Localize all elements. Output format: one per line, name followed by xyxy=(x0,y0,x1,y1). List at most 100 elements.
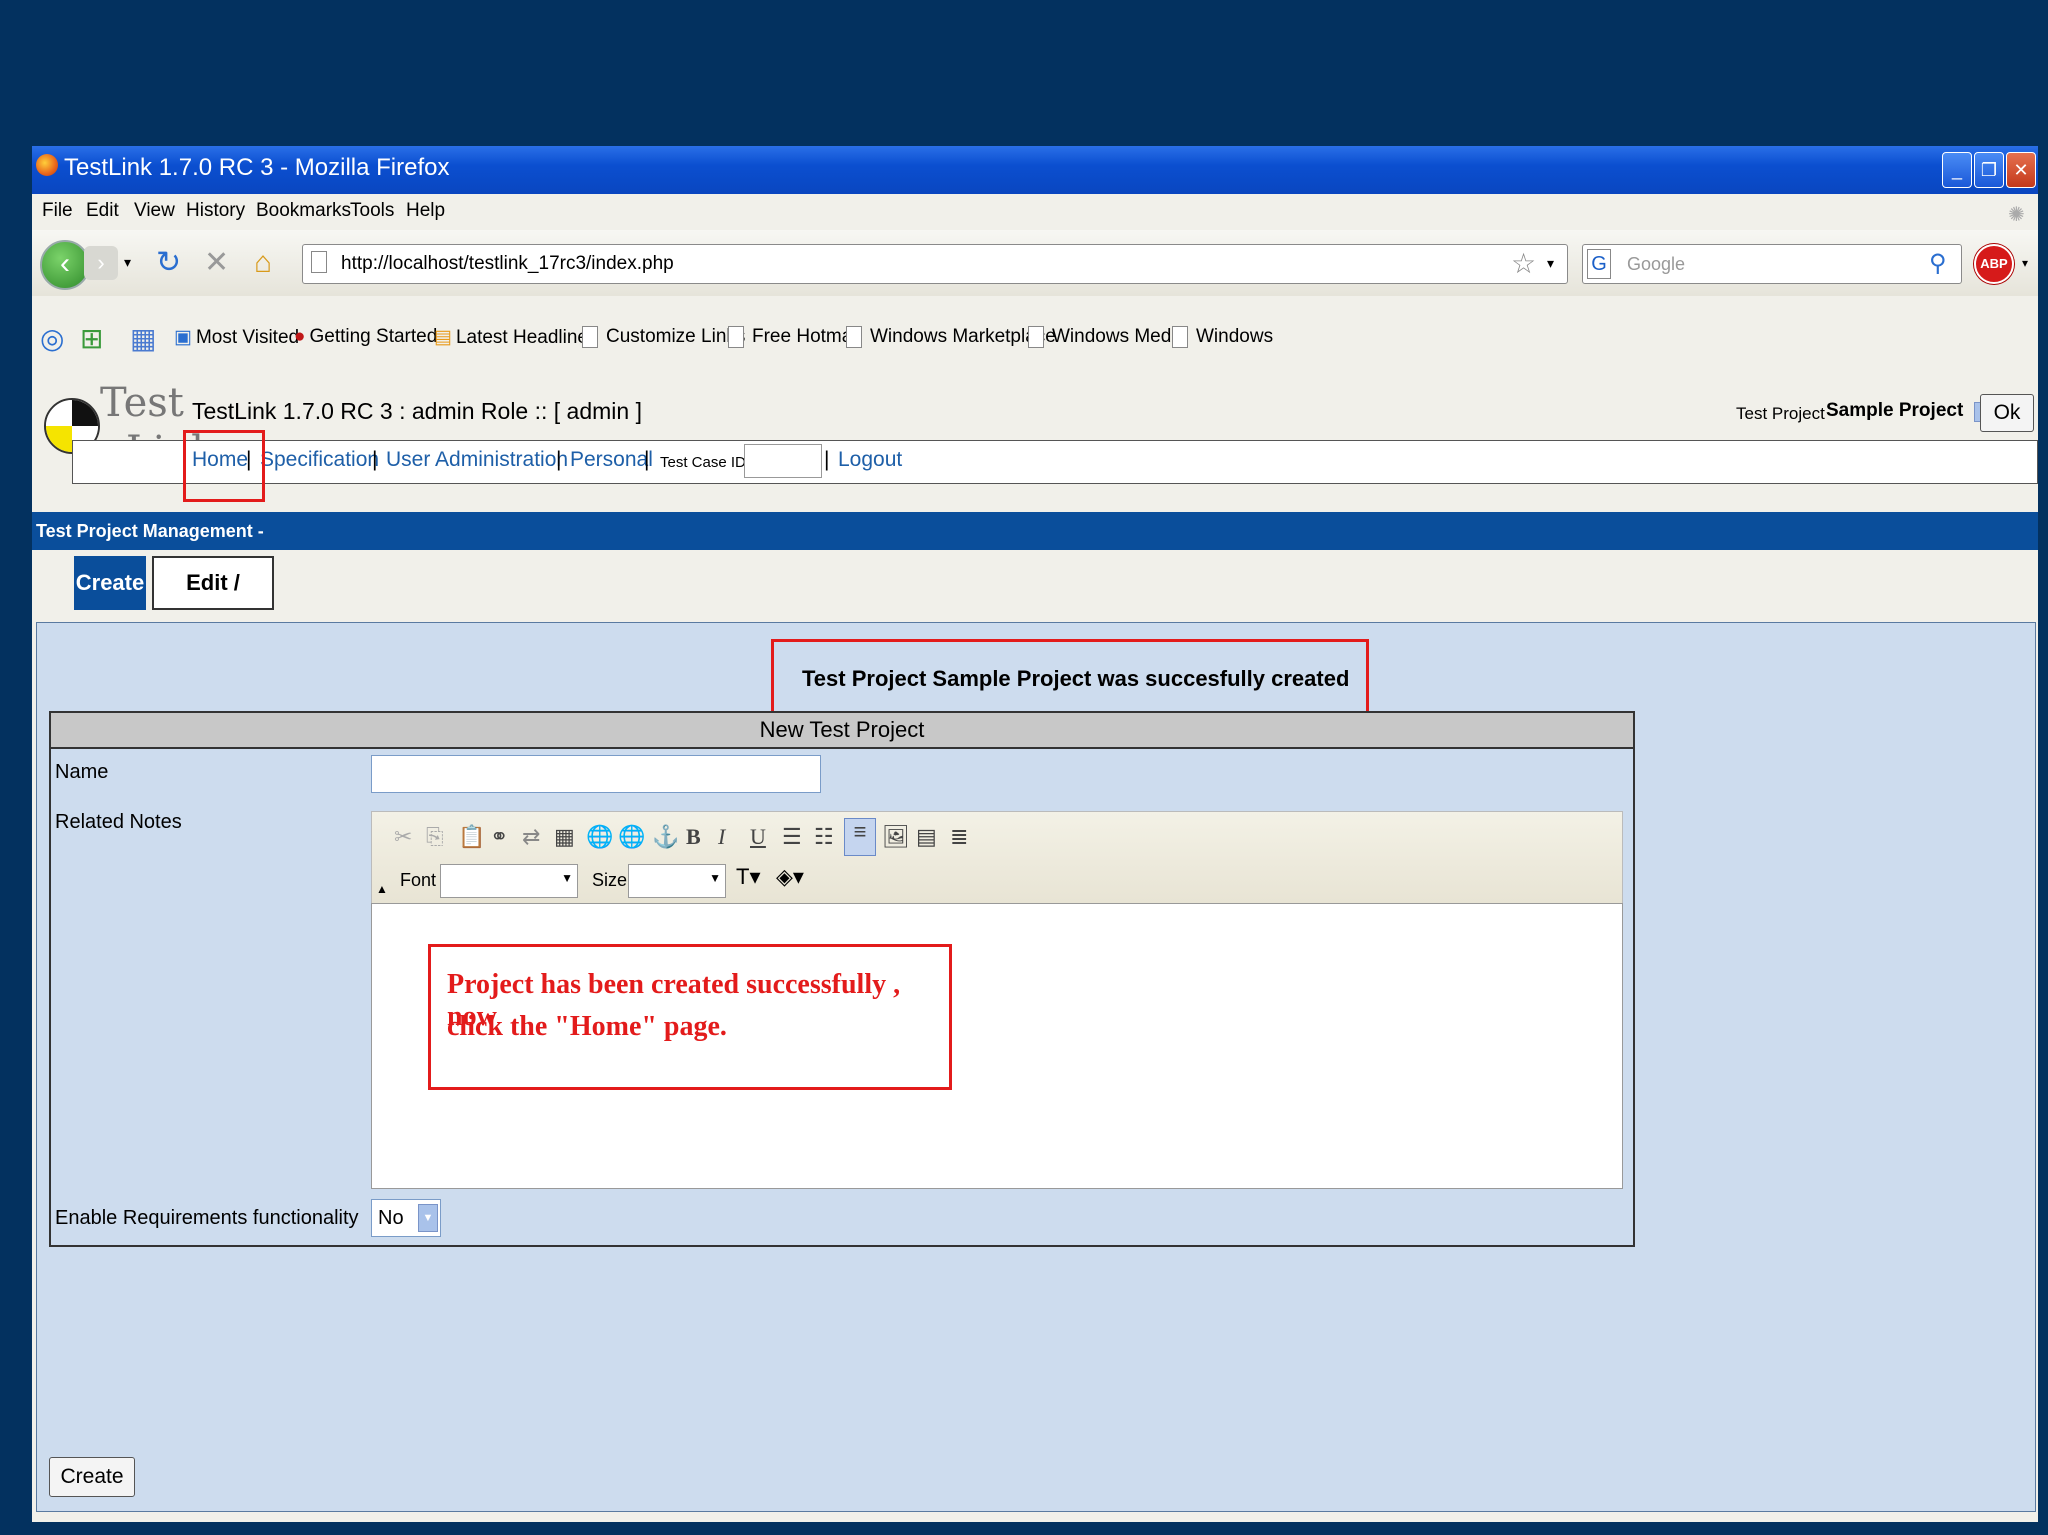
bookmark-customize-links[interactable]: Customize Links xyxy=(582,326,745,348)
horizontal-rule-icon[interactable]: ≣ xyxy=(950,824,968,850)
adblock-dropdown-icon[interactable]: ▾ xyxy=(2022,256,2028,270)
text-color-icon[interactable]: T▾ xyxy=(736,864,760,890)
tab-create[interactable]: Create xyxy=(74,556,146,610)
search-addon-icon[interactable]: ◎ xyxy=(40,322,64,355)
section-title: Test Project Management - xyxy=(36,521,264,541)
nav-separator: | xyxy=(372,448,378,471)
reload-icon[interactable]: ↻ xyxy=(156,248,181,278)
home-icon[interactable]: ⌂ xyxy=(254,248,272,278)
nav-logout[interactable]: Logout xyxy=(838,448,902,472)
getting-started-icon: ● xyxy=(294,326,306,347)
menu-history[interactable]: History xyxy=(186,200,245,222)
tab-edit-delete[interactable]: Edit / Delete xyxy=(152,556,274,645)
create-button[interactable]: Create xyxy=(49,1457,135,1497)
back-button[interactable]: ‹ xyxy=(40,240,90,290)
section-title-bar: Test Project Management - xyxy=(32,512,2038,550)
nav-specification[interactable]: Specification xyxy=(260,448,379,472)
test-project-label: Test Project xyxy=(1736,404,1825,423)
annotation-box: Project has been created successfully , … xyxy=(428,944,952,1090)
minimize-button[interactable]: _ xyxy=(1942,152,1972,188)
align-left-icon[interactable]: ≡ xyxy=(844,818,876,856)
browser-window: TestLink 1.7.0 RC 3 - Mozilla Firefox _ … xyxy=(32,146,2038,1522)
nav-personal[interactable]: Personal xyxy=(570,448,653,472)
bookmark-label: Most Visited xyxy=(195,327,300,348)
bookmark-free-hotmail[interactable]: Free Hotmail xyxy=(728,326,861,348)
chevron-down-icon: ▼ xyxy=(709,871,721,885)
requirements-select[interactable]: No ▼ xyxy=(371,1199,441,1237)
requirements-value: No xyxy=(378,1207,404,1229)
page-icon xyxy=(311,251,327,273)
test-project-value: Sample Project xyxy=(1826,400,1964,421)
highlight-home-box xyxy=(183,430,265,502)
menu-view[interactable]: View xyxy=(134,200,175,222)
font-select[interactable]: ▼ xyxy=(440,864,578,898)
chevron-down-icon: ▼ xyxy=(561,871,573,885)
notes-editor[interactable]: Project has been created successfully , … xyxy=(371,903,1623,1189)
window-title: TestLink 1.7.0 RC 3 - Mozilla Firefox xyxy=(64,154,450,181)
anchor-icon[interactable]: ⚓ xyxy=(652,824,679,850)
ordered-list-icon[interactable]: ☰ xyxy=(782,824,802,850)
menu-bar: File Edit View History Bookmarks Tools H… xyxy=(32,194,2038,230)
link-icon[interactable]: 🌐 xyxy=(586,824,613,850)
adblock-icon[interactable]: ABP xyxy=(1974,244,2014,284)
bookmark-windows-marketplace[interactable]: Windows Marketplace xyxy=(846,326,1056,348)
select-all-icon[interactable]: ▦ xyxy=(554,824,575,850)
test-case-id-input[interactable] xyxy=(744,444,822,478)
unordered-list-icon[interactable]: ☷ xyxy=(814,824,834,850)
success-message-box: Test Project Sample Project was succesfu… xyxy=(771,639,1369,715)
close-button[interactable]: ✕ xyxy=(2006,152,2036,188)
replace-icon[interactable]: ⇄ xyxy=(522,824,540,850)
menu-edit[interactable]: Edit xyxy=(86,200,119,222)
url-bar[interactable]: http://localhost/testlink_17rc3/index.ph… xyxy=(302,244,1568,284)
add-page-icon[interactable]: ⊞ xyxy=(80,322,103,355)
bookmark-windows[interactable]: Windows xyxy=(1172,326,1273,348)
bookmark-getting-started[interactable]: ● Getting Started xyxy=(294,326,437,348)
size-select[interactable]: ▼ xyxy=(628,864,726,898)
bookmark-latest-headlines[interactable]: ▤ Latest Headlines xyxy=(434,326,598,349)
bold-icon[interactable]: B xyxy=(686,824,701,850)
bookmark-label: Getting Started xyxy=(309,326,438,347)
navigation-toolbar: ‹ › ▾ ↻ ✕ ⌂ http://localhost/testlink_17… xyxy=(32,230,2038,296)
nav-separator: | xyxy=(824,448,830,471)
throbber-icon: ✺ xyxy=(2008,204,2025,226)
history-dropdown-icon[interactable]: ▾ xyxy=(124,254,131,271)
editor-toolbar: ✂ ⎘ 📋 ⚭ ⇄ ▦ 🌐 🌐 ⚓ B I U ☰ ☷ ≡ 🖼 ▤ ≣ ▲ Fo… xyxy=(371,811,1623,905)
firefox-icon xyxy=(36,154,58,176)
find-icon[interactable]: ⚭ xyxy=(490,824,508,850)
menu-tools[interactable]: Tools xyxy=(350,200,394,222)
menu-file[interactable]: File xyxy=(42,200,73,222)
search-icon[interactable]: ⚲ xyxy=(1929,249,1947,278)
stop-icon[interactable]: ✕ xyxy=(204,248,229,278)
bookmark-star-icon[interactable]: ☆ xyxy=(1511,247,1536,280)
bookmark-label: Windows Media xyxy=(1052,326,1187,348)
cut-icon[interactable]: ✂ xyxy=(394,824,412,850)
url-dropdown-icon[interactable]: ▾ xyxy=(1547,255,1554,272)
table-icon[interactable]: ▤ xyxy=(916,824,937,850)
ok-button[interactable]: Ok xyxy=(1980,394,2034,432)
google-engine-icon[interactable]: G xyxy=(1587,249,1611,279)
calendar-icon[interactable]: ▦ xyxy=(130,322,156,355)
name-label: Name xyxy=(55,761,109,783)
italic-icon[interactable]: I xyxy=(718,824,725,850)
collapse-toolbar-icon[interactable]: ▲ xyxy=(376,882,388,896)
paste-icon[interactable]: 📋 xyxy=(458,824,485,850)
menu-bookmarks[interactable]: Bookmarks xyxy=(256,200,351,222)
image-icon[interactable]: 🖼 xyxy=(882,824,910,850)
restore-button[interactable]: ❐ xyxy=(1974,152,2004,188)
font-label: Font xyxy=(400,870,437,890)
page-icon xyxy=(846,326,862,348)
nav-user-admin[interactable]: User Administration xyxy=(386,448,568,472)
title-bar: TestLink 1.7.0 RC 3 - Mozilla Firefox _ … xyxy=(32,146,2038,194)
name-input[interactable] xyxy=(371,755,821,793)
size-label: Size xyxy=(592,870,628,890)
forward-button[interactable]: › xyxy=(84,246,118,280)
underline-icon[interactable]: U xyxy=(750,824,766,850)
bookmark-most-visited[interactable]: ▣ Most Visited xyxy=(174,326,299,349)
search-bar[interactable]: G Google ⚲ xyxy=(1582,244,1962,284)
background-color-icon[interactable]: ◈▾ xyxy=(776,864,804,890)
menu-help[interactable]: Help xyxy=(406,200,445,222)
copy-icon[interactable]: ⎘ xyxy=(426,824,444,850)
bookmark-windows-media[interactable]: Windows Media xyxy=(1028,326,1186,348)
unlink-icon[interactable]: 🌐 xyxy=(618,824,645,850)
new-project-form: New Test Project Name Related Notes ✂ ⎘ … xyxy=(49,711,1635,1247)
